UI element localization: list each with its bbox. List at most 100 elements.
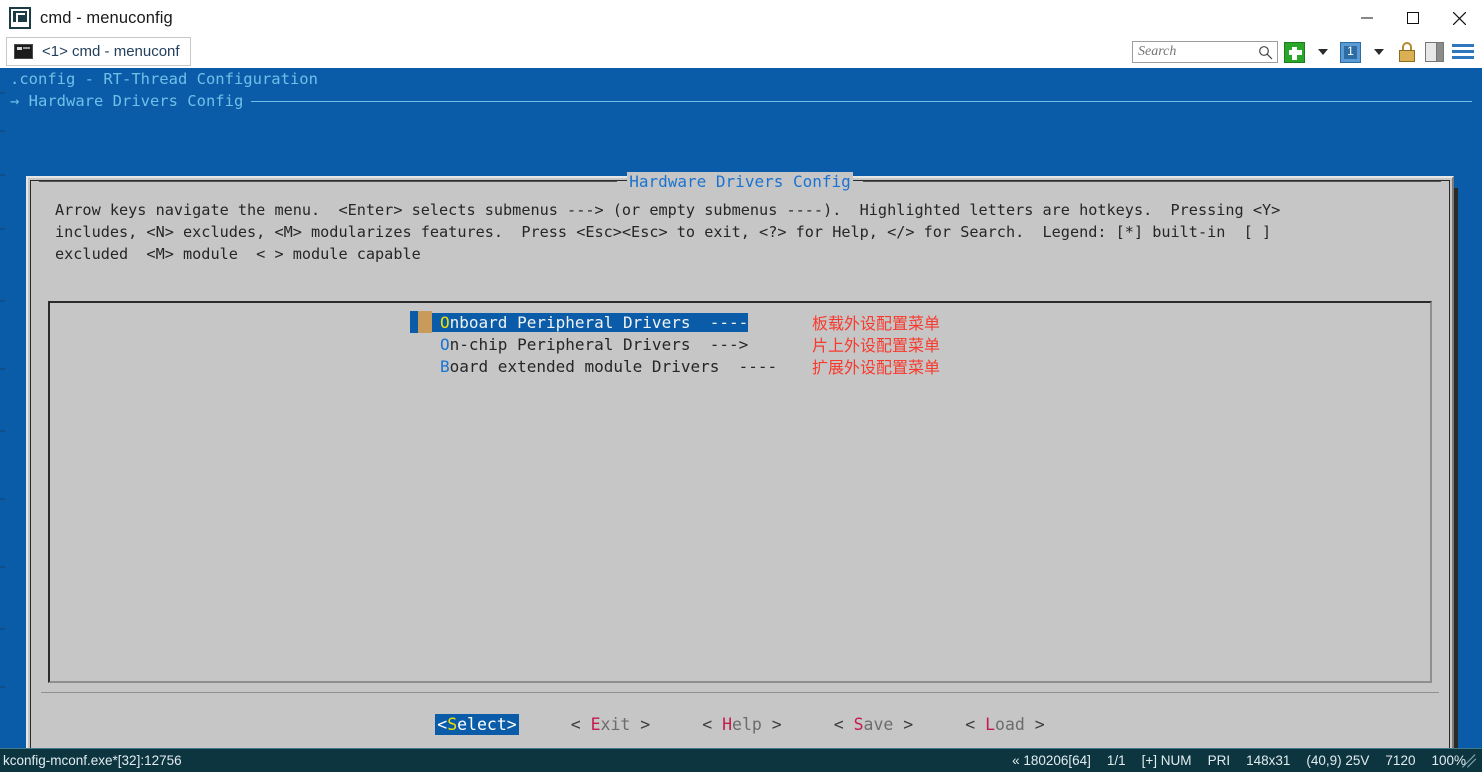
menu-item-suffix: ---- <box>690 313 748 332</box>
button-text: ave <box>864 715 894 734</box>
bracket-close: > <box>762 715 782 734</box>
lock-icon <box>1398 42 1416 63</box>
menu-item-hotkey: O <box>440 313 450 332</box>
menu-item-suffix: ---- <box>719 357 777 376</box>
maximize-button[interactable] <box>1390 0 1436 36</box>
menu-item-board-extended-module-drivers[interactable]: Board extended module Drivers ---- 扩展外设配… <box>402 355 1102 377</box>
search-icon <box>1258 45 1273 60</box>
row-gutter <box>402 333 410 355</box>
menu-item-annotation: 片上外设配置菜单 <box>812 332 940 356</box>
hamburger-icon <box>1452 43 1474 61</box>
window-mode-button[interactable] <box>1339 41 1362 64</box>
split-pane-button[interactable] <box>1423 41 1446 64</box>
bracket-close: > <box>1025 715 1045 734</box>
menu-listbox[interactable]: Onboard Peripheral Drivers ---- 板载外设配置菜单… <box>48 301 1432 683</box>
scroll-position-bar <box>410 333 418 355</box>
toolbar <box>1132 36 1482 68</box>
help-text: Arrow keys navigate the menu. <Enter> se… <box>31 191 1449 265</box>
config-header-line: .config - RT-Thread Configuration <box>0 68 1482 90</box>
status-field-pri: PRI <box>1208 753 1231 768</box>
dialog-buttons: <Select> < Exit > < Help > < Save > < Lo… <box>31 714 1449 735</box>
scroll-thumb <box>418 355 432 377</box>
menu-list: Onboard Peripheral Drivers ---- 板载外设配置菜单… <box>402 311 1102 377</box>
row-gutter <box>402 355 410 377</box>
help-button[interactable]: < Help > <box>702 715 782 734</box>
lock-button[interactable] <box>1395 41 1418 64</box>
button-hotkey: H <box>722 715 732 734</box>
menu-item-annotation: 扩展外设配置菜单 <box>812 354 940 378</box>
scroll-thumb[interactable] <box>418 311 432 333</box>
button-text: elect <box>457 715 507 734</box>
status-field-zoom: 100% <box>1431 753 1466 768</box>
button-hotkey: L <box>985 715 995 734</box>
window-mode-dropdown[interactable] <box>1367 41 1390 64</box>
scroll-tick-marks <box>0 68 5 748</box>
breadcrumb-text: → Hardware Drivers Config <box>10 90 243 112</box>
status-field-cursor: (40,9) 25V <box>1306 753 1369 768</box>
menu-item-suffix: ---> <box>690 335 748 354</box>
bracket-close: > <box>507 715 517 734</box>
menu-item-onboard-peripheral-drivers[interactable]: Onboard Peripheral Drivers ---- 板载外设配置菜单 <box>402 311 1102 333</box>
bracket-open: < <box>834 715 854 734</box>
scroll-position-bar[interactable] <box>410 311 418 333</box>
new-tab-button[interactable] <box>1283 41 1306 64</box>
breadcrumb: → Hardware Drivers Config <box>0 90 1482 112</box>
chevron-down-icon <box>1374 49 1384 55</box>
button-text: elp <box>732 715 762 734</box>
tab-label: <1> cmd - menuconf <box>42 43 180 60</box>
bracket-close: > <box>630 715 650 734</box>
bracket-close: > <box>893 715 913 734</box>
window-controls <box>1344 0 1482 36</box>
dialog-title: Hardware Drivers Config <box>627 172 853 191</box>
status-field-num: [+] NUM <box>1142 753 1192 768</box>
menu-item-text: nboard Peripheral Drivers <box>450 313 691 332</box>
status-bar: kconfig-mconf.exe*[32]:12756 « 180206[64… <box>0 748 1482 772</box>
status-fields: « 180206[64] 1/1 [+] NUM PRI 148x31 (40,… <box>1012 753 1482 768</box>
green-plus-icon <box>1284 42 1305 63</box>
terminal-icon <box>9 7 31 29</box>
dialog-title-row: Hardware Drivers Config <box>31 171 1449 191</box>
menu-item-label: Board extended module Drivers ---- <box>432 357 777 376</box>
bracket-open: < <box>965 715 985 734</box>
menuconfig-dialog: Hardware Drivers Config Arrow keys navig… <box>26 176 1454 748</box>
menu-item-hotkey: O <box>440 335 450 354</box>
bracket-open: < <box>571 715 591 734</box>
bracket-open: < <box>702 715 722 734</box>
button-hotkey: S <box>854 715 864 734</box>
minimize-button[interactable] <box>1344 0 1390 36</box>
console-icon <box>14 44 33 59</box>
close-button[interactable] <box>1436 0 1482 36</box>
status-field-pages: 1/1 <box>1107 753 1126 768</box>
status-field-lines: 7120 <box>1385 753 1415 768</box>
new-tab-dropdown[interactable] <box>1311 41 1334 64</box>
exit-button[interactable]: < Exit > <box>571 715 651 734</box>
menu-item-label: Onboard Peripheral Drivers ---- <box>432 313 748 332</box>
save-button[interactable]: < Save > <box>834 715 914 734</box>
button-text: oad <box>995 715 1025 734</box>
blue-window-icon <box>1340 42 1361 63</box>
row-gutter <box>402 311 410 333</box>
tab-cmd-menuconf[interactable]: <1> cmd - menuconf <box>6 37 191 66</box>
menu-item-on-chip-peripheral-drivers[interactable]: On-chip Peripheral Drivers ---> 片上外设配置菜单 <box>402 333 1102 355</box>
search-input[interactable] <box>1138 44 1256 60</box>
menu-button[interactable] <box>1451 41 1474 64</box>
status-process: kconfig-mconf.exe*[32]:12756 <box>0 753 182 768</box>
menu-item-hotkey: B <box>440 357 450 376</box>
search-box[interactable] <box>1132 41 1278 63</box>
resize-grip[interactable] <box>1464 753 1480 769</box>
status-field-size: 148x31 <box>1246 753 1290 768</box>
title-rule-left <box>39 181 617 182</box>
status-field-build: « 180206[64] <box>1012 753 1091 768</box>
split-pane-icon <box>1425 42 1444 62</box>
menu-item-label: On-chip Peripheral Drivers ---> <box>432 335 748 354</box>
chevron-down-icon <box>1318 49 1328 55</box>
scroll-position-bar <box>410 355 418 377</box>
title-rule-right <box>863 181 1441 182</box>
select-button[interactable]: <Select> <box>435 714 518 735</box>
bracket-open: < <box>437 715 447 734</box>
button-hotkey: S <box>447 715 457 734</box>
menu-item-text: oard extended module Drivers <box>450 357 720 376</box>
load-button[interactable]: < Load > <box>965 715 1045 734</box>
menu-item-annotation: 板载外设配置菜单 <box>812 310 940 334</box>
button-text: xit <box>601 715 631 734</box>
